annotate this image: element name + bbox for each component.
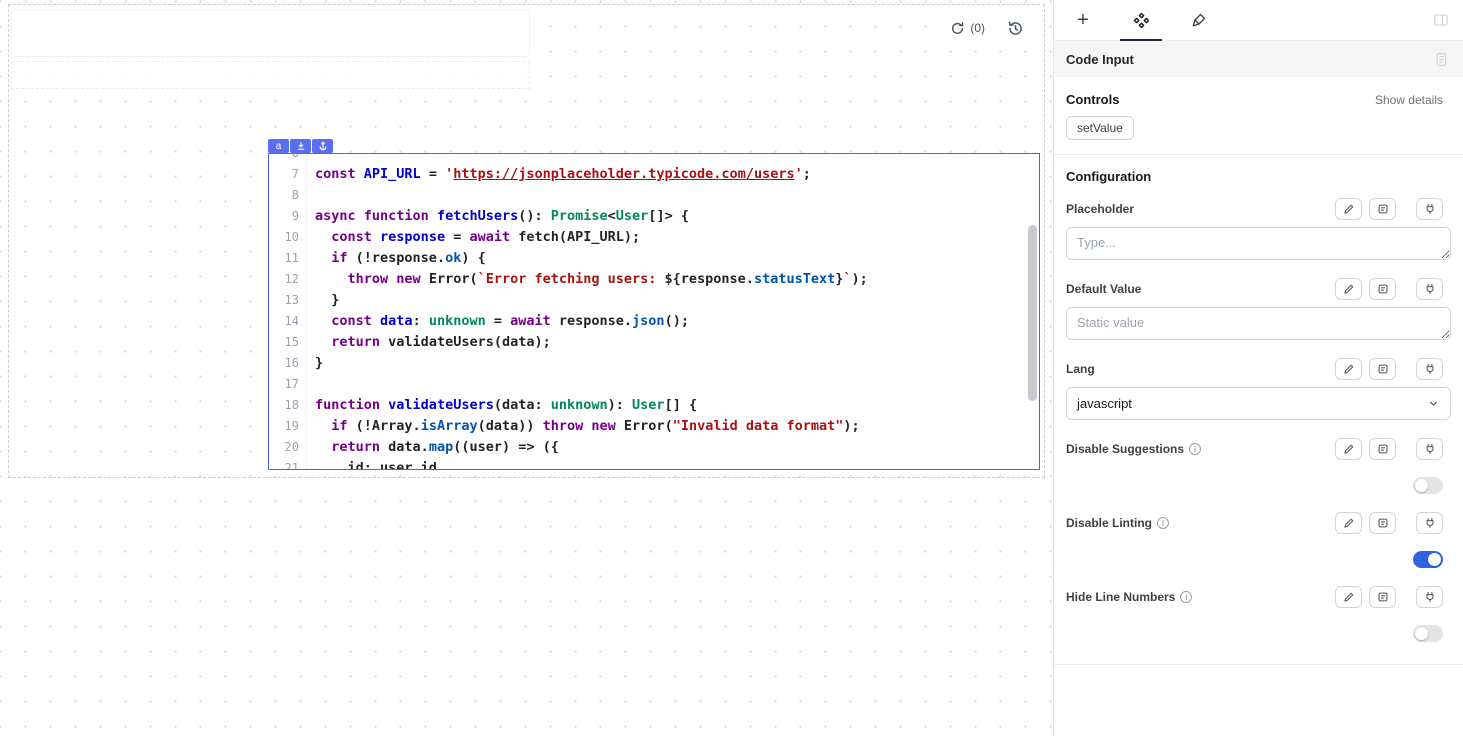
panel-body: Controls Show details setValue Configura… <box>1054 77 1463 665</box>
pencil-icon[interactable] <box>1335 278 1362 300</box>
code-editor-scrollbar[interactable] <box>1028 225 1037 401</box>
plug-icon[interactable] <box>1416 278 1443 300</box>
pencil-icon[interactable] <box>1335 512 1362 534</box>
code-line: 21 id: user.id, <box>269 458 1039 469</box>
divider <box>1054 664 1463 665</box>
info-icon[interactable]: i <box>1180 591 1192 603</box>
field-default-value: Default Value <box>1066 278 1451 340</box>
tab-styles[interactable] <box>1170 0 1228 40</box>
plug-icon[interactable] <box>1416 438 1443 460</box>
plus-icon: + <box>1077 9 1089 32</box>
code-lines: 67const API_URL = 'https://jsonplacehold… <box>269 154 1039 469</box>
code-line: 6 <box>269 154 1039 164</box>
field-label: Placeholder <box>1066 202 1134 216</box>
panel-tabbar: + <box>1054 0 1463 41</box>
info-icon[interactable]: i <box>1189 443 1201 455</box>
tab-add-component[interactable]: + <box>1054 0 1112 40</box>
expression-icon[interactable] <box>1369 358 1396 380</box>
component-header: Code Input <box>1054 41 1463 77</box>
field-label: Hide Line Numbers <box>1066 590 1175 604</box>
plug-icon[interactable] <box>1416 198 1443 220</box>
faded-widget-placeholder-2[interactable] <box>11 61 530 89</box>
code-line: 7const API_URL = 'https://jsonplaceholde… <box>269 164 1039 185</box>
field-label: Default Value <box>1066 282 1141 296</box>
collapse-panel-button[interactable] <box>1419 0 1463 40</box>
info-icon[interactable]: i <box>1157 517 1169 529</box>
brush-icon <box>1191 12 1207 28</box>
controls-heading: Controls <box>1066 92 1119 107</box>
history-icon <box>1007 20 1023 36</box>
disable-suggestions-toggle[interactable] <box>1413 477 1443 494</box>
faded-widget-placeholder[interactable] <box>11 9 530 57</box>
hide-line-numbers-toggle[interactable] <box>1413 625 1443 642</box>
code-line: 13 } <box>269 290 1039 311</box>
code-line: 16} <box>269 353 1039 374</box>
code-line: 9async function fetchUsers(): Promise<Us… <box>269 206 1039 227</box>
pencil-icon[interactable] <box>1335 198 1362 220</box>
code-line: 15 return validateUsers(data); <box>269 332 1039 353</box>
code-line: 18function validateUsers(data: unknown):… <box>269 395 1039 416</box>
pencil-icon[interactable] <box>1335 586 1362 608</box>
canvas-actions: (0) <box>942 14 1031 42</box>
plug-icon[interactable] <box>1416 512 1443 534</box>
refresh-icon <box>950 21 965 36</box>
field-disable-suggestions: Disable Suggestions i <box>1066 438 1451 494</box>
code-line: 8 <box>269 185 1039 206</box>
components-icon <box>1133 12 1150 29</box>
widget-id-badge[interactable]: a <box>268 139 289 153</box>
expression-icon[interactable] <box>1369 278 1396 300</box>
code-line: 14 const data: unknown = await response.… <box>269 311 1039 332</box>
expression-icon[interactable] <box>1369 198 1396 220</box>
field-label: Lang <box>1066 362 1095 376</box>
anchor-icon[interactable] <box>312 139 333 153</box>
field-hide-line-numbers: Hide Line Numbers i <box>1066 586 1451 642</box>
code-line: 20 return data.map((user) => ({ <box>269 437 1039 458</box>
canvas[interactable]: (0) a 67const API_URL = 'https://jsonpl <box>0 0 1053 736</box>
panel-right-icon <box>1433 12 1449 28</box>
plug-icon[interactable] <box>1416 358 1443 380</box>
code-input-widget[interactable]: a 67const API_URL = 'https://jsonplaceho… <box>268 153 1040 470</box>
tab-component-settings[interactable] <box>1112 0 1170 40</box>
pencil-icon[interactable] <box>1335 358 1362 380</box>
expression-icon[interactable] <box>1369 438 1396 460</box>
code-editor[interactable]: 67const API_URL = 'https://jsonplacehold… <box>269 154 1039 469</box>
expression-icon[interactable] <box>1369 586 1396 608</box>
document-icon[interactable] <box>1434 52 1449 67</box>
field-label: Disable Linting <box>1066 516 1152 530</box>
field-placeholder: Placeholder <box>1066 198 1451 260</box>
code-line: 12 throw new Error(`Error fetching users… <box>269 269 1039 290</box>
history-button[interactable] <box>999 14 1031 42</box>
setvalue-control-button[interactable]: setValue <box>1066 116 1134 140</box>
expression-icon[interactable] <box>1369 512 1396 534</box>
field-lang: Lang javascript <box>1066 358 1451 420</box>
placeholder-input[interactable] <box>1066 227 1451 260</box>
code-line: 11 if (!response.ok) { <box>269 248 1039 269</box>
arrow-down-to-line-icon[interactable] <box>290 139 311 153</box>
app-root: (0) a 67const API_URL = 'https://jsonpl <box>0 0 1463 736</box>
disable-linting-toggle[interactable] <box>1413 551 1443 568</box>
component-title: Code Input <box>1066 52 1134 67</box>
field-disable-linting: Disable Linting i <box>1066 512 1451 568</box>
chevron-down-icon <box>1427 397 1440 410</box>
configuration-heading: Configuration <box>1066 169 1451 184</box>
show-details-link[interactable]: Show details <box>1375 93 1443 107</box>
widget-selection-toolbar: a <box>268 139 333 153</box>
refresh-button[interactable]: (0) <box>942 14 993 42</box>
default-value-input[interactable] <box>1066 307 1451 340</box>
code-line: 10 const response = await fetch(API_URL)… <box>269 227 1039 248</box>
plug-icon[interactable] <box>1416 586 1443 608</box>
pencil-icon[interactable] <box>1335 438 1362 460</box>
code-line: 19 if (!Array.isArray(data)) throw new E… <box>269 416 1039 437</box>
lang-select-value: javascript <box>1077 396 1132 411</box>
code-line: 17 <box>269 374 1039 395</box>
lang-select[interactable]: javascript <box>1066 387 1451 420</box>
divider <box>1054 154 1463 155</box>
field-label: Disable Suggestions <box>1066 442 1184 456</box>
settings-panel: + Code Input <box>1053 0 1463 736</box>
refresh-count: (0) <box>970 21 985 35</box>
